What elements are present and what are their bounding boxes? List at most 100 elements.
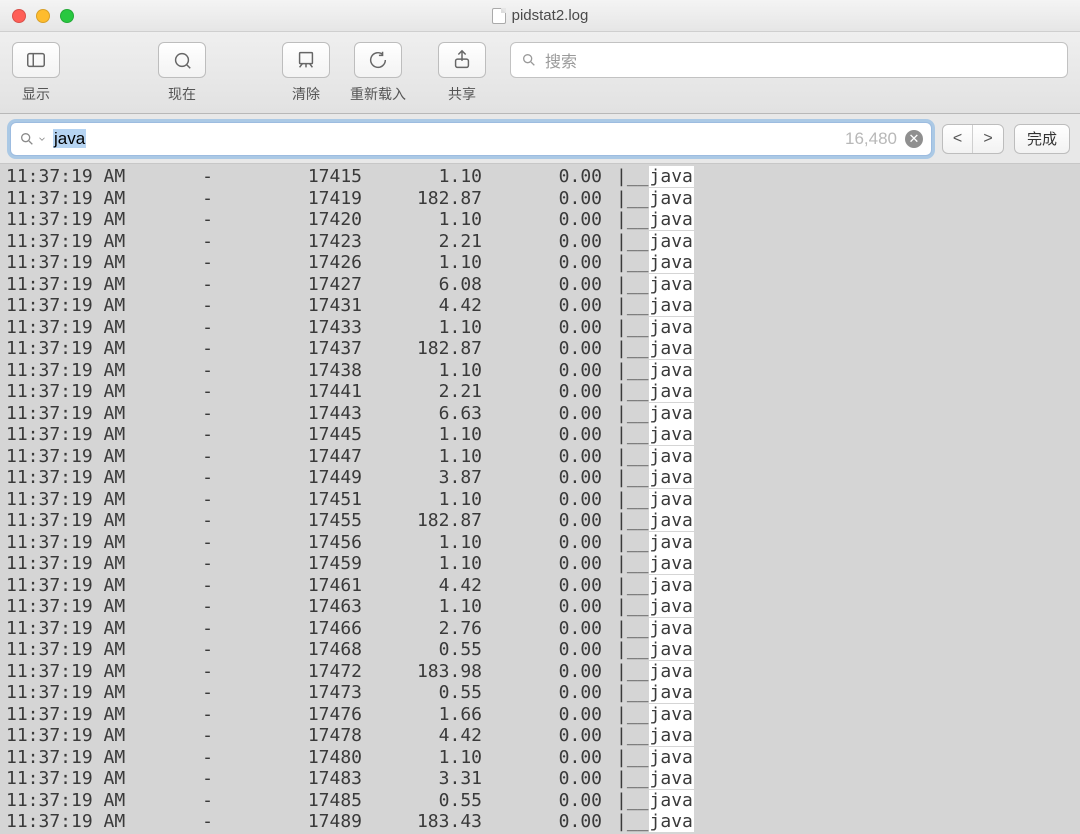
col-time: 11:37:19 AM bbox=[0, 596, 155, 617]
col-pid: 17473 bbox=[260, 682, 370, 703]
log-row: 11:37:19 AM-174314.420.00|__java bbox=[0, 295, 1080, 317]
col-command: |__java bbox=[610, 274, 694, 295]
col-value1: 3.87 bbox=[370, 467, 490, 488]
col-user: - bbox=[155, 338, 260, 359]
col-time: 11:37:19 AM bbox=[0, 424, 155, 445]
col-pid: 17463 bbox=[260, 596, 370, 617]
log-row: 11:37:19 AM-174591.100.00|__java bbox=[0, 553, 1080, 575]
col-pid: 17445 bbox=[260, 424, 370, 445]
share-button[interactable] bbox=[438, 42, 486, 78]
window-title: pidstat2.log bbox=[0, 7, 1080, 24]
col-command: |__java bbox=[610, 424, 694, 445]
toolbar-search-placeholder: 搜索 bbox=[545, 48, 577, 72]
col-time: 11:37:19 AM bbox=[0, 532, 155, 553]
col-pid: 17426 bbox=[260, 252, 370, 273]
col-pid: 17461 bbox=[260, 575, 370, 596]
search-match: java bbox=[649, 510, 694, 531]
now-button[interactable] bbox=[158, 42, 206, 78]
col-user: - bbox=[155, 360, 260, 381]
share-label: 共享 bbox=[448, 84, 476, 104]
search-icon bbox=[521, 52, 537, 68]
col-time: 11:37:19 AM bbox=[0, 725, 155, 746]
col-pid: 17478 bbox=[260, 725, 370, 746]
col-command: |__java bbox=[610, 295, 694, 316]
col-user: - bbox=[155, 510, 260, 531]
find-field[interactable]: java 16,480 ✕ bbox=[10, 122, 932, 156]
col-time: 11:37:19 AM bbox=[0, 166, 155, 187]
window-title-text: pidstat2.log bbox=[512, 7, 589, 24]
col-command: |__java bbox=[610, 403, 694, 424]
col-user: - bbox=[155, 661, 260, 682]
clear-find-button[interactable]: ✕ bbox=[905, 130, 923, 148]
col-time: 11:37:19 AM bbox=[0, 403, 155, 424]
find-next-button[interactable]: > bbox=[973, 125, 1003, 153]
log-row: 11:37:19 AM-174381.100.00|__java bbox=[0, 360, 1080, 382]
col-pid: 17468 bbox=[260, 639, 370, 660]
col-pid: 17437 bbox=[260, 338, 370, 359]
log-row: 11:37:19 AM-174561.100.00|__java bbox=[0, 532, 1080, 554]
clear-button[interactable] bbox=[282, 42, 330, 78]
log-row: 11:37:19 AM-174412.210.00|__java bbox=[0, 381, 1080, 403]
col-value2: 0.00 bbox=[490, 338, 610, 359]
col-command: |__java bbox=[610, 725, 694, 746]
col-value1: 182.87 bbox=[370, 338, 490, 359]
col-value1: 1.10 bbox=[370, 553, 490, 574]
col-user: - bbox=[155, 768, 260, 789]
col-value2: 0.00 bbox=[490, 618, 610, 639]
col-value2: 0.00 bbox=[490, 467, 610, 488]
col-pid: 17480 bbox=[260, 747, 370, 768]
col-value2: 0.00 bbox=[490, 725, 610, 746]
col-pid: 17472 bbox=[260, 661, 370, 682]
log-row: 11:37:19 AM-174614.420.00|__java bbox=[0, 575, 1080, 597]
col-command: |__java bbox=[610, 209, 694, 230]
col-user: - bbox=[155, 575, 260, 596]
col-time: 11:37:19 AM bbox=[0, 338, 155, 359]
find-bar: java 16,480 ✕ < > 完成 bbox=[0, 114, 1080, 164]
col-command: |__java bbox=[610, 747, 694, 768]
col-value1: 2.21 bbox=[370, 381, 490, 402]
col-command: |__java bbox=[610, 338, 694, 359]
col-value1: 1.10 bbox=[370, 209, 490, 230]
log-row: 11:37:19 AM-174201.100.00|__java bbox=[0, 209, 1080, 231]
search-match: java bbox=[649, 532, 694, 553]
now-label: 现在 bbox=[168, 84, 196, 104]
col-value2: 0.00 bbox=[490, 489, 610, 510]
col-user: - bbox=[155, 682, 260, 703]
close-window-button[interactable] bbox=[12, 9, 26, 23]
search-match: java bbox=[649, 188, 694, 209]
show-sidebar-button[interactable] bbox=[12, 42, 60, 78]
col-pid: 17451 bbox=[260, 489, 370, 510]
target-icon bbox=[171, 49, 193, 71]
col-user: - bbox=[155, 209, 260, 230]
find-done-button[interactable]: 完成 bbox=[1014, 124, 1070, 154]
toolbar-search-field[interactable]: 搜索 bbox=[510, 42, 1068, 78]
col-value2: 0.00 bbox=[490, 747, 610, 768]
col-value2: 0.00 bbox=[490, 403, 610, 424]
search-match: java bbox=[649, 704, 694, 725]
log-content[interactable]: 11:37:19 AM-174151.100.00|__java11:37:19… bbox=[0, 164, 1080, 834]
col-command: |__java bbox=[610, 553, 694, 574]
col-pid: 17423 bbox=[260, 231, 370, 252]
col-pid: 17438 bbox=[260, 360, 370, 381]
search-match: java bbox=[649, 618, 694, 639]
col-value1: 1.10 bbox=[370, 489, 490, 510]
col-time: 11:37:19 AM bbox=[0, 231, 155, 252]
col-user: - bbox=[155, 532, 260, 553]
reload-button[interactable] bbox=[354, 42, 402, 78]
toolbar-group-clear: 清除 bbox=[282, 42, 330, 104]
col-pid: 17485 bbox=[260, 790, 370, 811]
chevron-down-icon[interactable] bbox=[37, 134, 47, 144]
minimize-window-button[interactable] bbox=[36, 9, 50, 23]
col-user: - bbox=[155, 553, 260, 574]
search-match: java bbox=[649, 747, 694, 768]
find-prev-button[interactable]: < bbox=[943, 125, 973, 153]
zoom-window-button[interactable] bbox=[60, 9, 74, 23]
col-value2: 0.00 bbox=[490, 317, 610, 338]
clear-label: 清除 bbox=[292, 84, 320, 104]
document-icon bbox=[492, 8, 506, 24]
col-value1: 2.76 bbox=[370, 618, 490, 639]
col-pid: 17456 bbox=[260, 532, 370, 553]
col-time: 11:37:19 AM bbox=[0, 639, 155, 660]
col-command: |__java bbox=[610, 467, 694, 488]
col-command: |__java bbox=[610, 682, 694, 703]
